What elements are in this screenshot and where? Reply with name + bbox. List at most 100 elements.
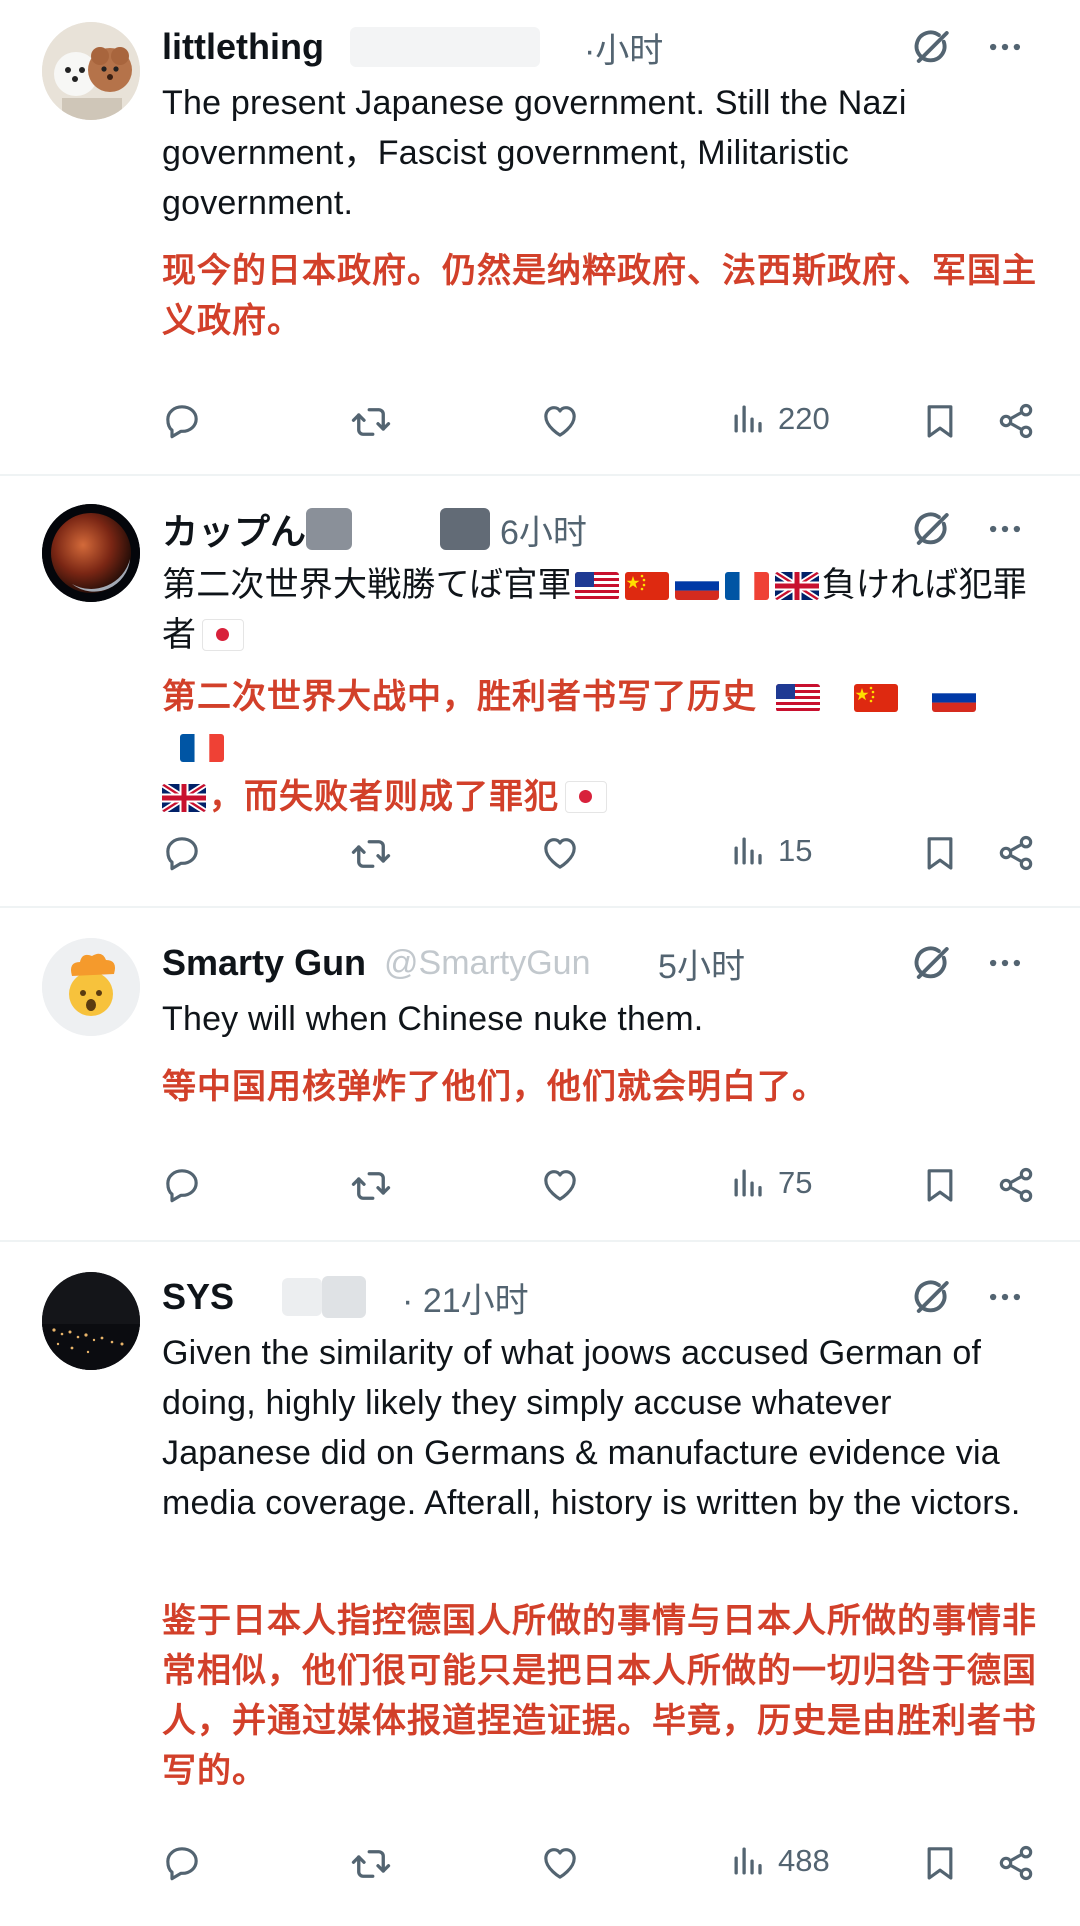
- views-count: 488: [778, 1843, 830, 1878]
- bookmark-button[interactable]: [920, 1165, 960, 1205]
- translation-text: 鉴于日本人指控德国人所做的事情与日本人所做的事情非常相似，他们很可能只是把日本人…: [162, 1601, 1037, 1791]
- header-icons: [910, 1272, 1024, 1322]
- bookmark-button[interactable]: [920, 401, 960, 441]
- russia-flag: [932, 684, 976, 712]
- post-header: カップん 6小时: [162, 504, 587, 554]
- share-button[interactable]: [996, 1843, 1036, 1883]
- post-smarty-gun[interactable]: Smarty Gun @SmartyGun 5小时 They will when…: [0, 908, 1080, 1238]
- reply-feed: littlething ·小时 The present Japanese gov…: [0, 0, 1080, 1926]
- like-button[interactable]: [540, 401, 580, 441]
- display-name[interactable]: カップん: [162, 503, 306, 555]
- retweet-icon: [350, 401, 392, 443]
- bookmark-icon: [920, 401, 960, 441]
- display-name[interactable]: Smarty Gun: [162, 942, 366, 984]
- header-icons: [910, 938, 1024, 988]
- views-icon: [730, 1165, 766, 1201]
- post-littlething[interactable]: littlething ·小时 The present Japanese gov…: [0, 0, 1080, 472]
- views-button[interactable]: 15: [730, 833, 812, 869]
- views-count: 220: [778, 401, 830, 436]
- views-button[interactable]: 488: [730, 1843, 830, 1879]
- post-text: The present Japanese government. Still t…: [162, 84, 907, 222]
- grok-icon[interactable]: [910, 508, 952, 550]
- avatar[interactable]: [42, 1272, 140, 1370]
- like-button[interactable]: [540, 1165, 580, 1205]
- post-sys[interactable]: SYS · 21小时 Given the similarity of what …: [0, 1242, 1080, 1926]
- translation-text: 现今的日本政府。仍然是纳粹政府、法西斯政府、军国主义政府。: [162, 251, 1037, 341]
- more-icon[interactable]: [986, 944, 1024, 982]
- retweet-button[interactable]: [350, 833, 392, 875]
- like-icon: [540, 1843, 580, 1883]
- display-name[interactable]: SYS: [162, 1276, 234, 1318]
- redacted-handle: [440, 508, 491, 550]
- share-button[interactable]: [996, 833, 1036, 873]
- bookmark-button[interactable]: [920, 1843, 960, 1883]
- share-button[interactable]: [996, 1165, 1036, 1205]
- action-bar: 15: [0, 828, 1080, 878]
- uk-flag: [162, 784, 206, 812]
- avatar[interactable]: [42, 938, 140, 1036]
- action-bar: 488: [0, 1838, 1080, 1888]
- reply-button[interactable]: [162, 401, 202, 441]
- reply-button[interactable]: [162, 1165, 202, 1205]
- avatar[interactable]: [42, 22, 140, 120]
- handle[interactable]: @SmartyGun: [384, 944, 634, 983]
- like-button[interactable]: [540, 1843, 580, 1883]
- redacted-handle: [322, 1276, 367, 1318]
- more-icon[interactable]: [986, 510, 1024, 548]
- retweet-icon: [350, 1843, 392, 1885]
- share-icon: [996, 1843, 1036, 1883]
- timestamp[interactable]: ·小时: [584, 23, 663, 72]
- views-button[interactable]: 75: [730, 1165, 812, 1201]
- action-bar: 220: [0, 396, 1080, 446]
- share-icon: [996, 401, 1036, 441]
- more-icon[interactable]: [986, 28, 1024, 66]
- translation-part: ，而失败者则成了罪犯: [209, 777, 559, 817]
- post-text: They will when Chinese nuke them.: [162, 1000, 704, 1038]
- retweet-button[interactable]: [350, 1843, 392, 1885]
- retweet-button[interactable]: [350, 401, 392, 443]
- bookmark-icon: [920, 1165, 960, 1205]
- share-icon: [996, 1165, 1036, 1205]
- japan-flag: [202, 619, 245, 651]
- like-button[interactable]: [540, 833, 580, 873]
- russia-flag: [675, 572, 719, 600]
- redacted-handle: [282, 1278, 323, 1316]
- reply-icon: [162, 833, 202, 873]
- views-count: 75: [778, 1165, 813, 1200]
- france-flag: [725, 572, 769, 600]
- post-header: littlething ·小时: [162, 22, 663, 72]
- timestamp[interactable]: 5小时: [658, 939, 745, 988]
- more-icon[interactable]: [986, 1278, 1024, 1316]
- redacted-handle: [349, 27, 540, 67]
- redacted-handle: [306, 508, 353, 550]
- bookmark-button[interactable]: [920, 833, 960, 873]
- avatar[interactable]: [42, 504, 140, 602]
- views-button[interactable]: 220: [730, 401, 830, 437]
- display-name[interactable]: littlething: [162, 26, 324, 68]
- like-icon: [540, 833, 580, 873]
- bookmark-icon: [920, 1843, 960, 1883]
- post-text-part: 第二次世界大戦勝てば官軍: [162, 565, 572, 605]
- timestamp[interactable]: · 21小时: [402, 1273, 529, 1322]
- post-text: Given the similarity of what joows accus…: [162, 1334, 1021, 1522]
- post-kappun[interactable]: カップん 6小时 第二次世界大戦勝てば官軍 負ければ犯罪者 第二次世界大战中，胜利…: [0, 476, 1080, 904]
- share-button[interactable]: [996, 401, 1036, 441]
- views-icon: [730, 1843, 766, 1879]
- timestamp[interactable]: 6小时: [500, 505, 587, 554]
- uk-flag: [775, 572, 819, 600]
- retweet-button[interactable]: [350, 1165, 392, 1207]
- us-flag: [776, 684, 820, 712]
- action-bar: 75: [0, 1160, 1080, 1210]
- translation-part: 第二次世界大战中，胜利者书写了历史: [162, 677, 757, 717]
- reply-button[interactable]: [162, 833, 202, 873]
- reply-button[interactable]: [162, 1843, 202, 1883]
- grok-icon[interactable]: [910, 26, 952, 68]
- post-header: Smarty Gun @SmartyGun 5小时: [162, 938, 745, 988]
- header-icons: [910, 504, 1024, 554]
- grok-icon[interactable]: [910, 942, 952, 984]
- views-count: 15: [778, 833, 813, 868]
- grok-icon[interactable]: [910, 1276, 952, 1318]
- translation-text: 等中国用核弹炸了他们，他们就会明白了。: [162, 1067, 827, 1107]
- france-flag: [180, 734, 224, 762]
- like-icon: [540, 1165, 580, 1205]
